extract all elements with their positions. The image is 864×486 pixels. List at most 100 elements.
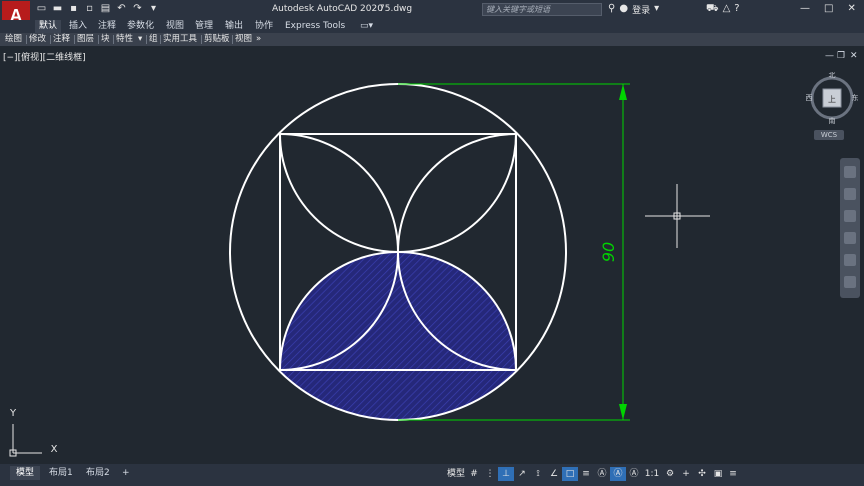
ortho-icon[interactable]: ⊥ <box>498 467 514 481</box>
tab-express-tools[interactable]: Express Tools <box>285 20 345 33</box>
ucs-x-label: X <box>51 444 58 455</box>
viewport-close-icon[interactable]: ✕ <box>850 51 858 61</box>
file-title: 75.dwg <box>379 4 413 14</box>
ucs-y-label: Y <box>9 408 17 419</box>
account-area: ⚲ ● 登录 ▾ <box>608 3 659 16</box>
panel-utilities[interactable]: 实用工具 <box>163 33 197 46</box>
object-snap-icon[interactable]: □ <box>562 467 578 481</box>
tab-view[interactable]: 视图 <box>166 20 184 33</box>
snap-icon[interactable]: ⋮ <box>482 467 498 481</box>
orbit-icon[interactable] <box>844 232 856 244</box>
search-input[interactable]: 键入关键字或短语 <box>482 3 602 16</box>
tab-model[interactable]: 模型 <box>10 466 41 480</box>
chevron-down-icon[interactable]: ▾ <box>654 3 659 16</box>
viewport-minimize-icon[interactable]: — <box>825 51 834 61</box>
zoom-icon[interactable] <box>844 210 856 222</box>
autodesk-app-icon[interactable]: △ <box>723 3 731 16</box>
showmotion-icon[interactable] <box>844 254 856 266</box>
viewport-restore-icon[interactable]: ❐ <box>837 51 845 61</box>
annotation-visibility-icon[interactable]: Ⓐ <box>594 467 610 481</box>
navigation-bar <box>840 158 860 298</box>
ribbon-toggle-icon[interactable]: ▭▾ <box>360 20 373 33</box>
panel-draw[interactable]: 绘图 <box>5 33 22 46</box>
viewcube-east[interactable]: 东 <box>852 93 859 102</box>
undo-icon[interactable]: ↶ <box>116 3 127 14</box>
steering-wheel-icon[interactable] <box>844 166 856 178</box>
minimize-icon[interactable]: — <box>800 3 810 14</box>
panel-clipboard[interactable]: 剪贴板 <box>204 33 230 46</box>
viewport-controls[interactable]: [−][俯视][二维线框] <box>3 50 86 63</box>
viewcube-south[interactable]: 南 <box>829 116 836 124</box>
isolate-objects-icon[interactable]: ✣ <box>694 467 710 481</box>
tab-output[interactable]: 输出 <box>225 20 243 33</box>
tab-insert[interactable]: 插入 <box>69 20 87 33</box>
lineweight-icon[interactable]: ≡ <box>578 467 594 481</box>
panel-layers[interactable]: 图层 <box>77 33 94 46</box>
new-icon[interactable]: ▭ <box>36 3 47 14</box>
drawing-canvas[interactable]: 90 Y X <box>0 46 864 464</box>
panel-toggle-icon[interactable]: » <box>256 33 261 46</box>
hardware-acceleration-icon[interactable]: ▣ <box>710 467 726 481</box>
user-icon[interactable]: ● <box>619 3 628 16</box>
tab-layout1[interactable]: 布局1 <box>43 466 79 480</box>
arc-top-left[interactable] <box>279 133 399 253</box>
quick-access-toolbar: ▭ ▬ ▪ ▫ ▤ ↶ ↷ ▾ <box>36 3 159 16</box>
panel-view[interactable]: 视图 <box>235 33 252 46</box>
plot-icon[interactable]: ▤ <box>100 3 111 14</box>
polar-icon[interactable]: ↗ <box>514 467 530 481</box>
binoculars-icon[interactable]: ⚲ <box>608 3 615 16</box>
wcs-menu[interactable]: WCS <box>814 130 844 140</box>
annotation-scale-icon[interactable]: Ⓐ <box>626 467 642 481</box>
maximize-icon[interactable]: □ <box>824 3 833 14</box>
status-toggles: 模型 # ⋮ ⊥ ↗ ⟟ ∠ □ ≡ Ⓐ Ⓐ Ⓐ 1:1 ⚙ + ✣ ▣ ≡ <box>446 467 740 481</box>
hatch-region <box>398 252 516 370</box>
panel-annotation[interactable]: 注释 <box>53 33 70 46</box>
cart-icon[interactable]: ⛟ <box>706 3 719 16</box>
pan-icon[interactable] <box>844 188 856 200</box>
viewcube-west[interactable]: 西 <box>806 94 813 102</box>
tab-parametric[interactable]: 参数化 <box>127 20 154 33</box>
viewcube-north[interactable]: 北 <box>829 72 836 79</box>
ribbon-tabs: 默认 插入 注释 参数化 视图 管理 输出 协作 Express Tools ▭… <box>0 20 864 33</box>
customize-icon[interactable]: ≡ <box>726 467 740 481</box>
panel-groups[interactable]: 组 <box>149 33 158 46</box>
arc-top-right[interactable] <box>397 133 517 253</box>
redo-icon[interactable]: ↷ <box>132 3 143 14</box>
navbar-menu-icon[interactable] <box>844 276 856 288</box>
tab-default[interactable]: 默认 <box>35 20 62 33</box>
panel-properties[interactable]: 特性 <box>116 33 133 46</box>
help-icon[interactable]: ? <box>734 3 739 16</box>
tab-layout2[interactable]: 布局2 <box>80 466 116 480</box>
dimension-text: 90 <box>599 242 618 262</box>
panel-modify[interactable]: 修改 <box>29 33 46 46</box>
workspace-icon[interactable]: ⚙ <box>662 467 678 481</box>
object-snap-tracking-icon[interactable]: ∠ <box>546 467 562 481</box>
add-layout-icon[interactable]: + <box>116 466 136 480</box>
viewcube[interactable]: 上 北 南 西 东 <box>806 72 858 124</box>
save-icon[interactable]: ▪ <box>68 3 79 14</box>
crosshair-cursor <box>645 184 710 248</box>
chevron-down-icon[interactable]: ▾ <box>138 33 142 46</box>
ribbon-panels: 绘图 修改 注释 图层 块 特性 ▾ 组 实用工具 剪贴板 视图 » <box>0 33 864 46</box>
model-space-toggle[interactable]: 模型 <box>446 467 466 481</box>
panel-block[interactable]: 块 <box>101 33 110 46</box>
arc-top-right[interactable] <box>397 133 517 253</box>
tab-annotate[interactable]: 注释 <box>98 20 116 33</box>
viewcube-top-face[interactable]: 上 <box>828 95 836 104</box>
app-title: Autodesk AutoCAD 2020 <box>272 4 383 14</box>
close-icon[interactable]: ✕ <box>847 3 855 14</box>
top-right-icons: ⛟ △ ? <box>706 3 740 16</box>
grid-icon[interactable]: # <box>466 467 482 481</box>
tab-collaborate[interactable]: 协作 <box>255 20 273 33</box>
plus-icon[interactable]: + <box>678 467 694 481</box>
open-icon[interactable]: ▬ <box>52 3 63 14</box>
tab-manage[interactable]: 管理 <box>195 20 213 33</box>
auto-scale-icon[interactable]: Ⓐ <box>610 467 626 481</box>
annotation-scale-value[interactable]: 1:1 <box>642 467 662 481</box>
ucs-icon: Y X <box>9 408 58 457</box>
customize-dropdown-icon[interactable]: ▾ <box>148 3 159 14</box>
login-link[interactable]: 登录 <box>632 3 650 16</box>
saveas-icon[interactable]: ▫ <box>84 3 95 14</box>
arc-top-left[interactable] <box>279 133 399 253</box>
isodraft-icon[interactable]: ⟟ <box>530 467 546 481</box>
